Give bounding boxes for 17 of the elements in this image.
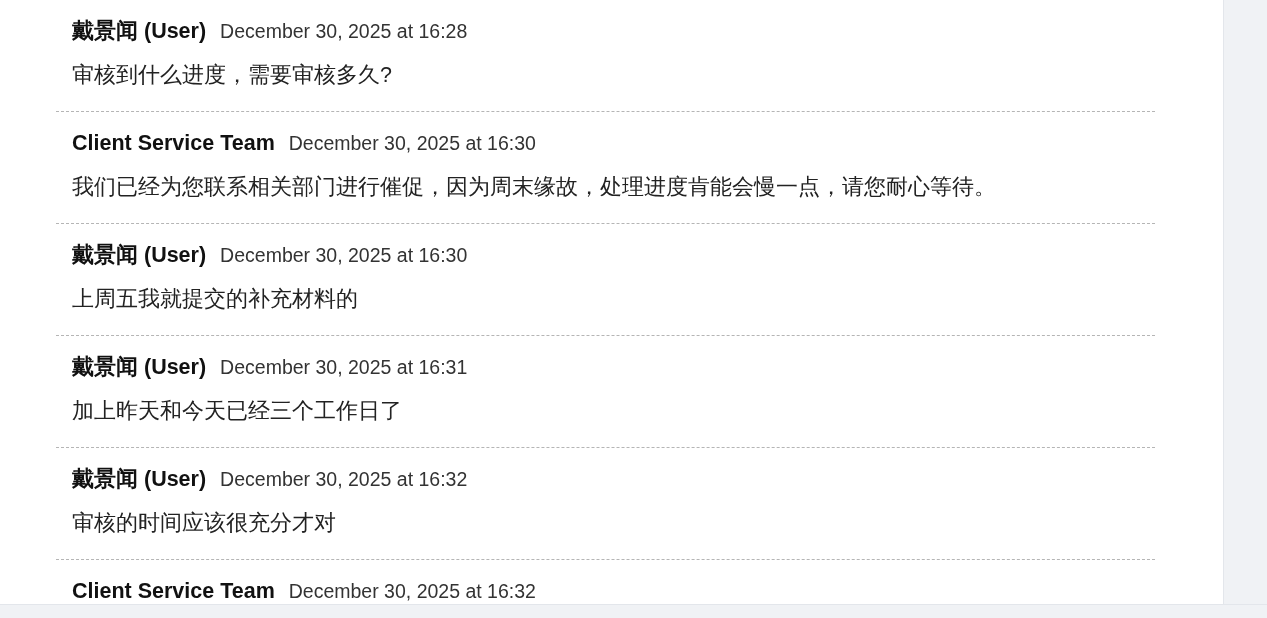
author-name: 戴景闻 (User) bbox=[72, 242, 207, 268]
author-name: 戴景闻 (User) bbox=[72, 466, 207, 492]
message-time: December 30, 2025 at 16:30 bbox=[288, 131, 536, 156]
message-time: December 30, 2025 at 16:30 bbox=[220, 243, 468, 268]
message-text: 审核的时间应该很充分才对 bbox=[72, 510, 336, 537]
message-time: December 30, 2025 at 16:32 bbox=[220, 467, 468, 492]
message-text: 加上昨天和今天已经三个工作日了 bbox=[72, 398, 402, 425]
message-text: 审核到什么进度，需要审核多久? bbox=[72, 62, 392, 89]
author-name: 戴景闻 (User) bbox=[72, 354, 207, 380]
author-name: Client Service Team bbox=[72, 578, 275, 604]
message-time: December 30, 2025 at 16:28 bbox=[220, 19, 468, 44]
author-name: 戴景闻 (User) bbox=[72, 18, 207, 44]
message-text: 我们已经为您联系相关部门进行催促，因为周末缘故，处理进度肯能会慢一点，请您耐心等待。 bbox=[72, 174, 996, 201]
author-name: Client Service Team bbox=[72, 130, 275, 156]
message-time: December 30, 2025 at 16:31 bbox=[220, 355, 468, 380]
message-time: December 30, 2025 at 16:32 bbox=[288, 579, 536, 604]
message-text: 上周五我就提交的补充材料的 bbox=[72, 286, 358, 313]
